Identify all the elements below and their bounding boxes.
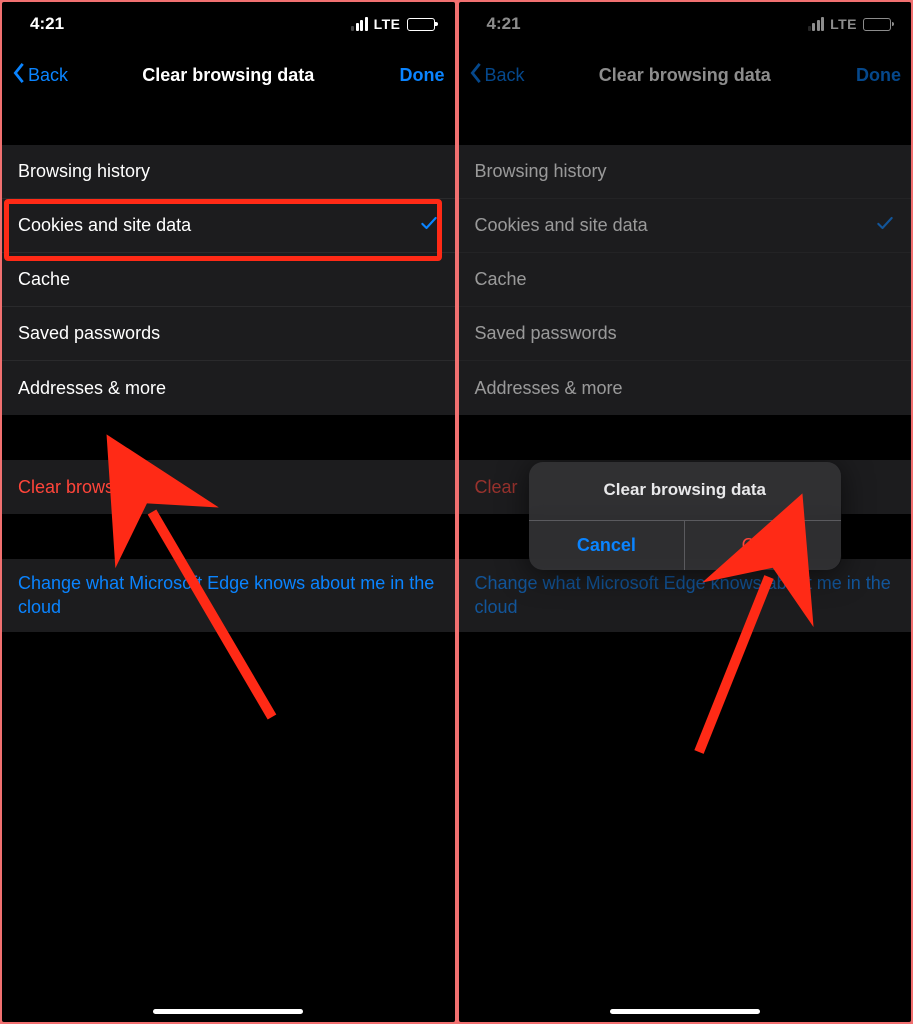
row-label: Saved passwords	[475, 323, 617, 344]
network-type: LTE	[830, 16, 857, 32]
row-cache[interactable]: Cache	[2, 253, 455, 307]
row-label: Browsing history	[18, 161, 150, 182]
chevron-left-icon	[12, 62, 26, 89]
network-type: LTE	[374, 16, 401, 32]
checkmark-icon	[419, 213, 439, 238]
row-label: Saved passwords	[18, 323, 160, 344]
row-label: Change what Microsoft Edge knows about m…	[18, 571, 439, 620]
row-label: Addresses & more	[18, 378, 166, 399]
battery-icon	[863, 18, 891, 31]
checkmark-icon	[875, 213, 895, 238]
row-label: Addresses & more	[475, 378, 623, 399]
row-passwords[interactable]: Saved passwords	[2, 307, 455, 361]
battery-icon	[407, 18, 435, 31]
done-button[interactable]: Done	[856, 65, 901, 86]
confirm-action-sheet: Clear browsing data Cancel Clear	[529, 462, 842, 570]
row-label: Cache	[18, 269, 70, 290]
sheet-cancel-button[interactable]: Cancel	[529, 521, 685, 570]
home-indicator	[610, 1009, 760, 1014]
row-label: Cookies and site data	[18, 215, 191, 236]
row-cache[interactable]: Cache	[459, 253, 912, 307]
done-button[interactable]: Done	[400, 65, 445, 86]
data-types-list: Browsing history Cookies and site data C…	[2, 145, 455, 415]
edge-cloud-link[interactable]: Change what Microsoft Edge knows about m…	[2, 559, 455, 632]
row-label: Cache	[475, 269, 527, 290]
data-types-list: Browsing history Cookies and site data C…	[459, 145, 912, 415]
status-bar: 4:21 LTE	[459, 2, 912, 46]
row-label: Cookies and site data	[475, 215, 648, 236]
row-addresses[interactable]: Addresses & more	[459, 361, 912, 415]
home-indicator	[153, 1009, 303, 1014]
screenshot-step-1: 4:21 LTE Back Clear browsing data Done B…	[2, 2, 455, 1022]
nav-bar: Back Clear browsing data Done	[459, 50, 912, 100]
row-browsing-history[interactable]: Browsing history	[2, 145, 455, 199]
back-label: Back	[485, 65, 525, 86]
chevron-left-icon	[469, 62, 483, 89]
row-browsing-history[interactable]: Browsing history	[459, 145, 912, 199]
sheet-clear-button[interactable]: Clear	[684, 521, 841, 570]
page-title: Clear browsing data	[2, 65, 455, 86]
row-label: Clear browsing data	[18, 477, 178, 498]
row-cookies[interactable]: Cookies and site data	[459, 199, 912, 253]
sheet-title: Clear browsing data	[529, 462, 842, 520]
clear-browsing-data-button[interactable]: Clear browsing data	[2, 460, 455, 514]
nav-bar: Back Clear browsing data Done	[2, 50, 455, 100]
status-indicators: LTE	[351, 16, 434, 32]
clear-action-list: Clear browsing data	[2, 460, 455, 514]
status-indicators: LTE	[808, 16, 891, 32]
status-time: 4:21	[487, 14, 521, 34]
row-label: Change what Microsoft Edge knows about m…	[475, 571, 896, 620]
row-cookies[interactable]: Cookies and site data	[2, 199, 455, 253]
cellular-signal-icon	[351, 17, 368, 31]
back-button[interactable]: Back	[12, 62, 68, 89]
status-time: 4:21	[30, 14, 64, 34]
row-passwords[interactable]: Saved passwords	[459, 307, 912, 361]
row-label: Clear	[475, 477, 518, 498]
screenshot-step-2: 4:21 LTE Back Clear browsing data Done B…	[459, 2, 912, 1022]
back-label: Back	[28, 65, 68, 86]
status-bar: 4:21 LTE	[2, 2, 455, 46]
back-button[interactable]: Back	[469, 62, 525, 89]
row-addresses[interactable]: Addresses & more	[2, 361, 455, 415]
cloud-link-list: Change what Microsoft Edge knows about m…	[2, 559, 455, 632]
cellular-signal-icon	[808, 17, 825, 31]
page-title: Clear browsing data	[459, 65, 912, 86]
row-label: Browsing history	[475, 161, 607, 182]
